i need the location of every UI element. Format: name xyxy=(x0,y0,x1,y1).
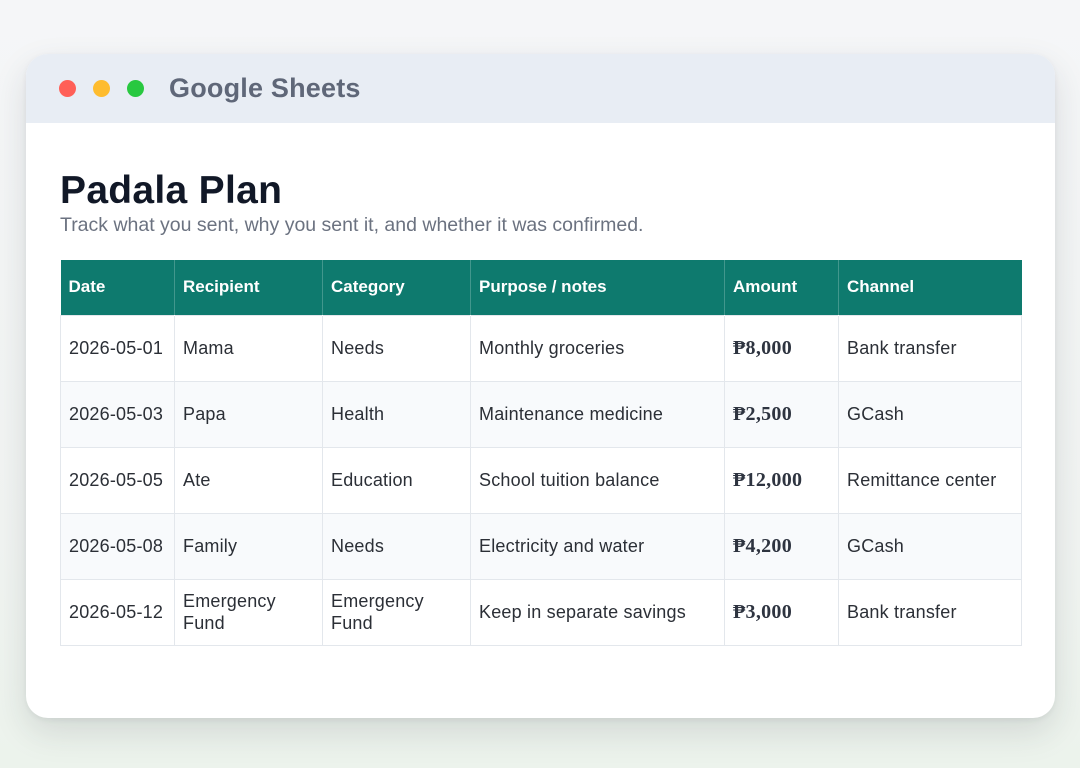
cell-channel[interactable]: GCash xyxy=(838,512,1022,580)
table-header: Date Recipient Category Purpose / notes … xyxy=(60,260,1022,315)
cell-date[interactable]: 2026-05-08 xyxy=(60,512,175,580)
column-header-amount[interactable]: Amount xyxy=(724,260,839,315)
table-body: 2026-05-01 Mama Needs Monthly groceries … xyxy=(60,314,1022,646)
cell-category[interactable]: Emergency Fund xyxy=(322,578,471,646)
cell-purpose[interactable]: Monthly groceries xyxy=(470,314,725,382)
table-row: 2026-05-12 Emergency Fund Emergency Fund… xyxy=(60,578,1022,646)
cell-date[interactable]: 2026-05-03 xyxy=(60,380,175,448)
cell-channel[interactable]: Bank transfer xyxy=(838,578,1022,646)
cell-category[interactable]: Needs xyxy=(322,314,471,382)
app-window: Google Sheets Padala Plan Track what you… xyxy=(26,54,1055,718)
cell-date[interactable]: 2026-05-12 xyxy=(60,578,175,646)
column-header-category[interactable]: Category xyxy=(322,260,471,315)
cell-date[interactable]: 2026-05-01 xyxy=(60,314,175,382)
cell-purpose[interactable]: School tuition balance xyxy=(470,446,725,514)
cell-recipient[interactable]: Papa xyxy=(174,380,323,448)
cell-amount[interactable]: ₱2,500 xyxy=(724,380,839,448)
cell-amount[interactable]: ₱12,000 xyxy=(724,446,839,514)
table-row: 2026-05-03 Papa Health Maintenance medic… xyxy=(60,380,1022,448)
cell-category[interactable]: Health xyxy=(322,380,471,448)
cell-category[interactable]: Education xyxy=(322,446,471,514)
table-row: 2026-05-08 Family Needs Electricity and … xyxy=(60,512,1022,580)
remittance-table: Date Recipient Category Purpose / notes … xyxy=(60,260,1022,646)
maximize-window-button[interactable] xyxy=(127,80,144,97)
table-row: 2026-05-05 Ate Education School tuition … xyxy=(60,446,1022,514)
page-subtitle: Track what you sent, why you sent it, an… xyxy=(60,214,644,236)
cell-date[interactable]: 2026-05-05 xyxy=(60,446,175,514)
cell-purpose[interactable]: Keep in separate savings xyxy=(470,578,725,646)
close-window-button[interactable] xyxy=(59,80,76,97)
column-header-recipient[interactable]: Recipient xyxy=(174,260,323,315)
sheet-content: Padala Plan Track what you sent, why you… xyxy=(60,168,1022,646)
cell-purpose[interactable]: Maintenance medicine xyxy=(470,380,725,448)
cell-recipient[interactable]: Mama xyxy=(174,314,323,382)
app-title: Google Sheets xyxy=(169,73,361,103)
header-row: Date Recipient Category Purpose / notes … xyxy=(60,260,1022,315)
cell-category[interactable]: Needs xyxy=(322,512,471,580)
cell-recipient[interactable]: Ate xyxy=(174,446,323,514)
cell-amount[interactable]: ₱8,000 xyxy=(724,314,839,382)
title-bar: Google Sheets xyxy=(26,54,1055,123)
column-header-date[interactable]: Date xyxy=(60,260,175,315)
cell-channel[interactable]: GCash xyxy=(838,380,1022,448)
cell-amount[interactable]: ₱4,200 xyxy=(724,512,839,580)
cell-purpose[interactable]: Electricity and water xyxy=(470,512,725,580)
cell-recipient[interactable]: Family xyxy=(174,512,323,580)
cell-channel[interactable]: Bank transfer xyxy=(838,314,1022,382)
cell-amount[interactable]: ₱3,000 xyxy=(724,578,839,646)
minimize-window-button[interactable] xyxy=(93,80,110,97)
column-header-channel[interactable]: Channel xyxy=(838,260,1022,315)
cell-recipient[interactable]: Emergency Fund xyxy=(174,578,323,646)
table-row: 2026-05-01 Mama Needs Monthly groceries … xyxy=(60,314,1022,382)
column-header-purpose[interactable]: Purpose / notes xyxy=(470,260,725,315)
cell-channel[interactable]: Remittance center xyxy=(838,446,1022,514)
page-title: Padala Plan xyxy=(60,169,283,212)
